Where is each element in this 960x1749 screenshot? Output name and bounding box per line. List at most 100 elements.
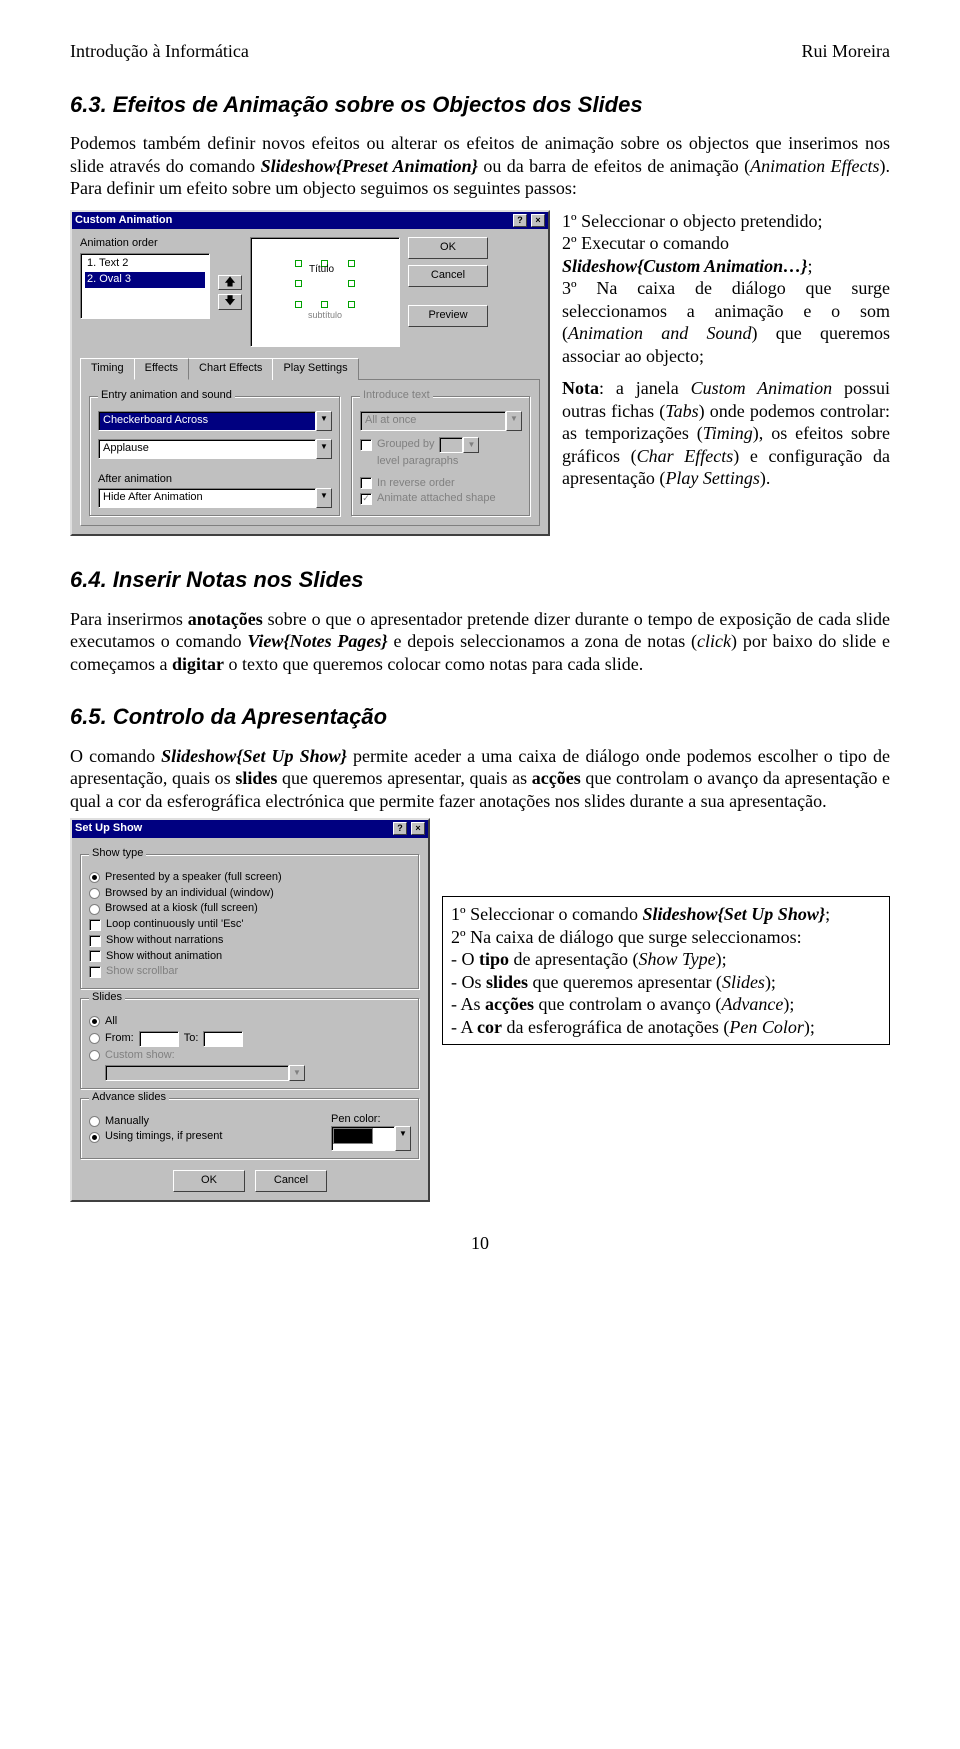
radio-speaker[interactable]: [89, 872, 100, 883]
dialog-titlebar[interactable]: Custom Animation ? ×: [72, 212, 548, 230]
radio-all[interactable]: [89, 1016, 100, 1027]
text: );: [716, 949, 727, 969]
tab-chart-effects[interactable]: Chart Effects: [188, 358, 273, 380]
group-advance-slides: Advance slides Manually Using timings, i…: [80, 1098, 420, 1161]
chevron-down-icon[interactable]: ▼: [316, 488, 332, 508]
group-show-type: Show type Presented by a speaker (full s…: [80, 854, 420, 990]
checkbox-no-narrations[interactable]: [89, 935, 101, 947]
text: ).: [760, 468, 771, 488]
text: tipo: [479, 949, 509, 969]
close-icon[interactable]: ×: [531, 214, 545, 227]
dialog-titlebar[interactable]: Set Up Show ? ×: [72, 820, 428, 838]
level-value: [439, 437, 463, 453]
text: Show Type: [638, 949, 715, 969]
text: slides: [486, 972, 528, 992]
text: Slideshow{Preset Animation}: [261, 156, 478, 176]
para-6-4: Para inserirmos anotações sobre o que o …: [70, 608, 890, 676]
animation-order-label: Animation order: [80, 237, 210, 251]
animation-order-list[interactable]: 1. Text 2 2. Oval 3: [80, 253, 210, 319]
doc-header-right: Rui Moreira: [802, 40, 890, 63]
effect-value: Checkerboard Across: [98, 411, 316, 431]
effect-combo[interactable]: Checkerboard Across ▼: [98, 411, 332, 431]
cancel-button[interactable]: Cancel: [408, 265, 488, 287]
sound-combo[interactable]: Applause ▼: [98, 439, 332, 459]
cancel-button[interactable]: Cancel: [255, 1170, 327, 1192]
group-introduce-text: Introduce text All at once ▼ Grouped by: [351, 396, 531, 517]
text: Slides: [722, 972, 765, 992]
text: ;: [825, 904, 830, 924]
text: Char Effects: [637, 446, 734, 466]
text: de apresentação (: [509, 949, 638, 969]
after-animation-combo[interactable]: Hide After Animation ▼: [98, 488, 332, 508]
list-item[interactable]: 2. Oval 3: [85, 272, 205, 288]
checkbox-label: Grouped by: [377, 438, 434, 452]
chevron-down-icon[interactable]: ▼: [316, 439, 332, 459]
radio-from[interactable]: [89, 1033, 100, 1044]
chevron-down-icon[interactable]: ▼: [395, 1126, 411, 1151]
text: - O: [451, 949, 479, 969]
text: Advance: [721, 994, 783, 1014]
help-icon[interactable]: ?: [393, 822, 407, 835]
checkbox-animate-shape: ✓: [360, 493, 372, 505]
text: e depois seleccionamos a zona de notas (: [388, 631, 697, 651]
ok-button[interactable]: OK: [408, 237, 488, 259]
radio-label: Manually: [105, 1115, 149, 1129]
text: o texto que queremos colocar como notas …: [224, 654, 643, 674]
radio-label: Browsed at a kiosk (full screen): [105, 902, 258, 916]
heading-6-4: 6.4. Inserir Notas nos Slides: [70, 566, 890, 594]
dialog-custom-animation: Custom Animation ? × Animation order 1. …: [70, 210, 550, 537]
group-label: Slides: [89, 991, 125, 1005]
group-label: Show type: [89, 847, 146, 861]
after-animation-label: After animation: [98, 473, 332, 487]
tab-effects[interactable]: Effects: [134, 358, 189, 380]
pen-color-combo[interactable]: ▼: [331, 1126, 411, 1151]
to-input[interactable]: [203, 1031, 243, 1047]
chevron-down-icon[interactable]: ▼: [316, 411, 332, 431]
ok-button[interactable]: OK: [173, 1170, 245, 1192]
text: acções: [485, 994, 534, 1014]
close-icon[interactable]: ×: [411, 822, 425, 835]
text: );: [783, 994, 794, 1014]
checkbox-no-animation[interactable]: [89, 950, 101, 962]
text: Slideshow{Custom Animation…}: [562, 256, 807, 276]
tab-panel-effects: Entry animation and sound Checkerboard A…: [80, 380, 540, 526]
introduce-text-value: All at once: [360, 411, 506, 431]
radio-manually[interactable]: [89, 1116, 100, 1127]
move-up-button[interactable]: 🡅: [218, 275, 242, 291]
checkbox-loop[interactable]: [89, 919, 101, 931]
text: );: [804, 1017, 815, 1037]
dialog-title: Set Up Show: [75, 822, 142, 836]
text: Timing: [703, 423, 753, 443]
checkbox-scrollbar: [89, 966, 101, 978]
preview-button[interactable]: Preview: [408, 305, 488, 327]
text: que queremos apresentar, quais as: [277, 768, 531, 788]
group-entry-animation: Entry animation and sound Checkerboard A…: [89, 396, 341, 517]
move-down-button[interactable]: 🡇: [218, 294, 242, 310]
text: Animation Effects: [750, 156, 879, 176]
text: 2º Executar o comando: [562, 233, 729, 253]
slide-preview: Título subtítulo: [250, 237, 400, 347]
custom-show-combo: [105, 1065, 289, 1081]
help-icon[interactable]: ?: [513, 214, 527, 227]
text: da esferográfica de anotações (: [502, 1017, 729, 1037]
chevron-down-icon: ▼: [463, 437, 479, 453]
tab-play-settings[interactable]: Play Settings: [272, 358, 358, 380]
text: Play Settings: [665, 468, 759, 488]
radio-individual[interactable]: [89, 888, 100, 899]
chevron-down-icon: ▼: [289, 1065, 305, 1081]
pen-color-swatch: [333, 1128, 373, 1144]
text: Slideshow{Set Up Show}: [643, 904, 826, 924]
radio-kiosk[interactable]: [89, 904, 100, 915]
text: slides: [235, 768, 277, 788]
tab-timing[interactable]: Timing: [80, 358, 135, 380]
dialog-title: Custom Animation: [75, 214, 172, 228]
from-input[interactable]: [139, 1031, 179, 1047]
list-item[interactable]: 1. Text 2: [85, 256, 205, 272]
para-6-5-intro: O comando Slideshow{Set Up Show} permite…: [70, 745, 890, 813]
text: O comando: [70, 746, 161, 766]
to-label: To:: [184, 1032, 199, 1046]
text: Nota: [562, 378, 599, 398]
radio-timings[interactable]: [89, 1132, 100, 1143]
text: anotações: [188, 609, 263, 629]
text: 2º Na caixa de diálogo que surge selecci…: [451, 927, 802, 947]
